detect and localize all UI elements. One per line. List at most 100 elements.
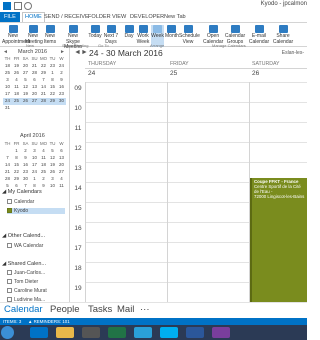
mini-calendar-day[interactable]: 14 <box>3 162 12 167</box>
mini-calendar-day[interactable]: 4 <box>39 148 48 153</box>
tab-file[interactable]: FILE <box>0 12 20 22</box>
status-reminders[interactable]: ▲ REMINDERS: 101 <box>28 318 70 325</box>
mini-calendar-day[interactable]: 6 <box>30 77 39 82</box>
mini-calendar-day[interactable]: 8 <box>48 77 57 82</box>
mini-calendar-day[interactable]: 20 <box>21 63 30 68</box>
mini-calendar-day[interactable]: 14 <box>39 84 48 89</box>
share-calendar-button[interactable]: Share Calendar <box>272 25 294 47</box>
mini-calendar-day[interactable]: 10 <box>48 183 57 188</box>
tab-send-receive[interactable]: SEND / RECEIVE <box>44 12 89 22</box>
mini-calendar-day[interactable]: 27 <box>30 98 39 103</box>
appointment-coupe-ffkt[interactable]: Coupe FFKT - France Centre Sportif de la… <box>250 178 307 302</box>
mini-calendar-day[interactable]: 5 <box>21 77 30 82</box>
checkbox[interactable] <box>7 199 12 204</box>
mini-calendar-day[interactable]: 2 <box>39 176 48 181</box>
shared-calendars-header[interactable]: ◢ Shared Calen... <box>2 261 46 267</box>
mini-calendar-day[interactable]: 2 <box>57 70 66 75</box>
work-week-view-button[interactable]: Work Week <box>136 25 150 47</box>
mini-calendar-day[interactable]: 3 <box>48 176 57 181</box>
nav-mail[interactable]: Mail <box>117 304 134 315</box>
mini-calendar-day[interactable]: 7 <box>3 155 12 160</box>
mini-calendar-day[interactable]: 29 <box>12 176 21 181</box>
month-view-button[interactable]: Month <box>165 25 179 47</box>
mini-calendar-day[interactable]: 10 <box>30 155 39 160</box>
mini-calendar-day[interactable]: 20 <box>57 162 66 167</box>
schedule-view-button[interactable]: Schedule View <box>179 25 200 47</box>
mini-calendar-day[interactable]: 19 <box>21 91 30 96</box>
new-items-button[interactable]: New Items <box>42 25 58 47</box>
mini-calendar-day[interactable]: 31 <box>3 105 12 110</box>
mini-calendar-day[interactable]: 27 <box>21 70 30 75</box>
nav-calendar[interactable]: Calendar <box>4 304 43 315</box>
mini-calendar-day[interactable]: 12 <box>48 155 57 160</box>
mini-calendar-day[interactable]: 18 <box>12 91 21 96</box>
mini-calendar-day[interactable]: 15 <box>48 84 57 89</box>
mini-calendar-day[interactable]: 24 <box>3 98 12 103</box>
calendar-item-shared-3[interactable]: Caroline Murat <box>7 288 47 294</box>
calendar-item-wa[interactable]: WA Calendar <box>7 243 43 249</box>
mini-calendar-day[interactable]: 21 <box>3 169 12 174</box>
next-week-arrow[interactable]: ► <box>81 49 88 56</box>
prev-week-arrow[interactable]: ◄ <box>74 49 81 56</box>
app2-taskbar-icon[interactable] <box>212 327 230 338</box>
mini-calendar-day[interactable]: 16 <box>57 84 66 89</box>
excel-taskbar-icon[interactable] <box>108 327 126 338</box>
mini-calendar-day[interactable]: 11 <box>39 155 48 160</box>
mini-calendar-day[interactable]: 1 <box>30 176 39 181</box>
mini-calendar-day[interactable]: 13 <box>57 155 66 160</box>
tab-developer[interactable]: DEVELOPER <box>130 12 164 22</box>
mini-calendar-day[interactable]: 26 <box>48 169 57 174</box>
mini-calendar-day[interactable]: 13 <box>30 84 39 89</box>
email-calendar-button[interactable]: E-mail Calendar <box>248 25 270 47</box>
mini-calendar-day[interactable]: 1 <box>48 70 57 75</box>
undo-icon[interactable] <box>24 2 32 10</box>
calendar-item-shared-1[interactable]: Juan-Carlos... <box>7 270 45 276</box>
mini-calendar-day[interactable]: 19 <box>12 63 21 68</box>
mini-calendar-day[interactable]: 4 <box>12 77 21 82</box>
new-appointment-button[interactable]: New Appointment <box>2 25 30 47</box>
nav-people[interactable]: People <box>50 304 80 315</box>
day-number-24[interactable]: 24 <box>85 70 95 77</box>
tab-new-tab[interactable]: New Tab <box>164 12 186 22</box>
mini-calendar-day[interactable]: 24 <box>57 63 66 68</box>
calendar-item-shared-2[interactable]: Tom Dieter <box>7 279 38 285</box>
mini-calendar-day[interactable]: 17 <box>30 162 39 167</box>
mini-calendar-day[interactable]: 2 <box>21 148 30 153</box>
browser-taskbar-icon[interactable] <box>134 327 152 338</box>
mini-calendar-day[interactable]: 23 <box>21 169 30 174</box>
calendar-grid[interactable]: Coupe FFKT - France Centre Sportif de la… <box>71 82 307 302</box>
mini-calendar-day[interactable]: 29 <box>39 70 48 75</box>
nav-tasks[interactable]: Tasks <box>88 304 112 315</box>
mini-calendar-day[interactable]: 22 <box>39 63 48 68</box>
mini-calendar-day[interactable]: 5 <box>3 183 12 188</box>
mini-calendar-day[interactable]: 5 <box>48 148 57 153</box>
mini-calendar-day[interactable]: 8 <box>30 183 39 188</box>
my-calendars-header[interactable]: ◢ My Calendars <box>2 189 42 195</box>
day-number-26[interactable]: 26 <box>249 70 259 77</box>
checkbox[interactable] <box>7 270 12 275</box>
other-calendars-header[interactable]: ◢ Other Calend... <box>2 233 45 239</box>
mini-calendar-day[interactable]: 9 <box>57 77 66 82</box>
skype-taskbar-icon[interactable] <box>160 327 178 338</box>
mini-calendar-day[interactable]: 30 <box>57 98 66 103</box>
mini-calendar-day[interactable]: 7 <box>39 77 48 82</box>
mini-calendar-day[interactable]: 6 <box>57 148 66 153</box>
calendar-item-kyodo[interactable]: Kyodo <box>7 208 65 214</box>
mini-calendar-day[interactable]: 30 <box>21 176 30 181</box>
mini-calendar-day[interactable]: 27 <box>57 169 66 174</box>
checkbox[interactable] <box>7 279 12 284</box>
mini-calendar-day[interactable]: 16 <box>21 162 30 167</box>
checkbox[interactable] <box>7 288 12 293</box>
mini-calendar-day[interactable]: 23 <box>57 91 66 96</box>
mini-calendar-day[interactable]: 17 <box>3 91 12 96</box>
mini-calendar-day[interactable]: 10 <box>3 84 12 89</box>
mini-calendar-day[interactable]: 12 <box>21 84 30 89</box>
tab-view[interactable]: VIEW <box>112 12 126 22</box>
mini-calendar-day[interactable]: 23 <box>48 63 57 68</box>
mini-calendar-day[interactable]: 22 <box>48 91 57 96</box>
tab-folder[interactable]: FOLDER <box>88 12 111 22</box>
mini-calendar-day[interactable]: 26 <box>21 98 30 103</box>
mini-calendar-day[interactable]: 8 <box>12 155 21 160</box>
mini-calendar-day[interactable]: 29 <box>48 98 57 103</box>
mini-calendar-day[interactable]: 1 <box>12 148 21 153</box>
